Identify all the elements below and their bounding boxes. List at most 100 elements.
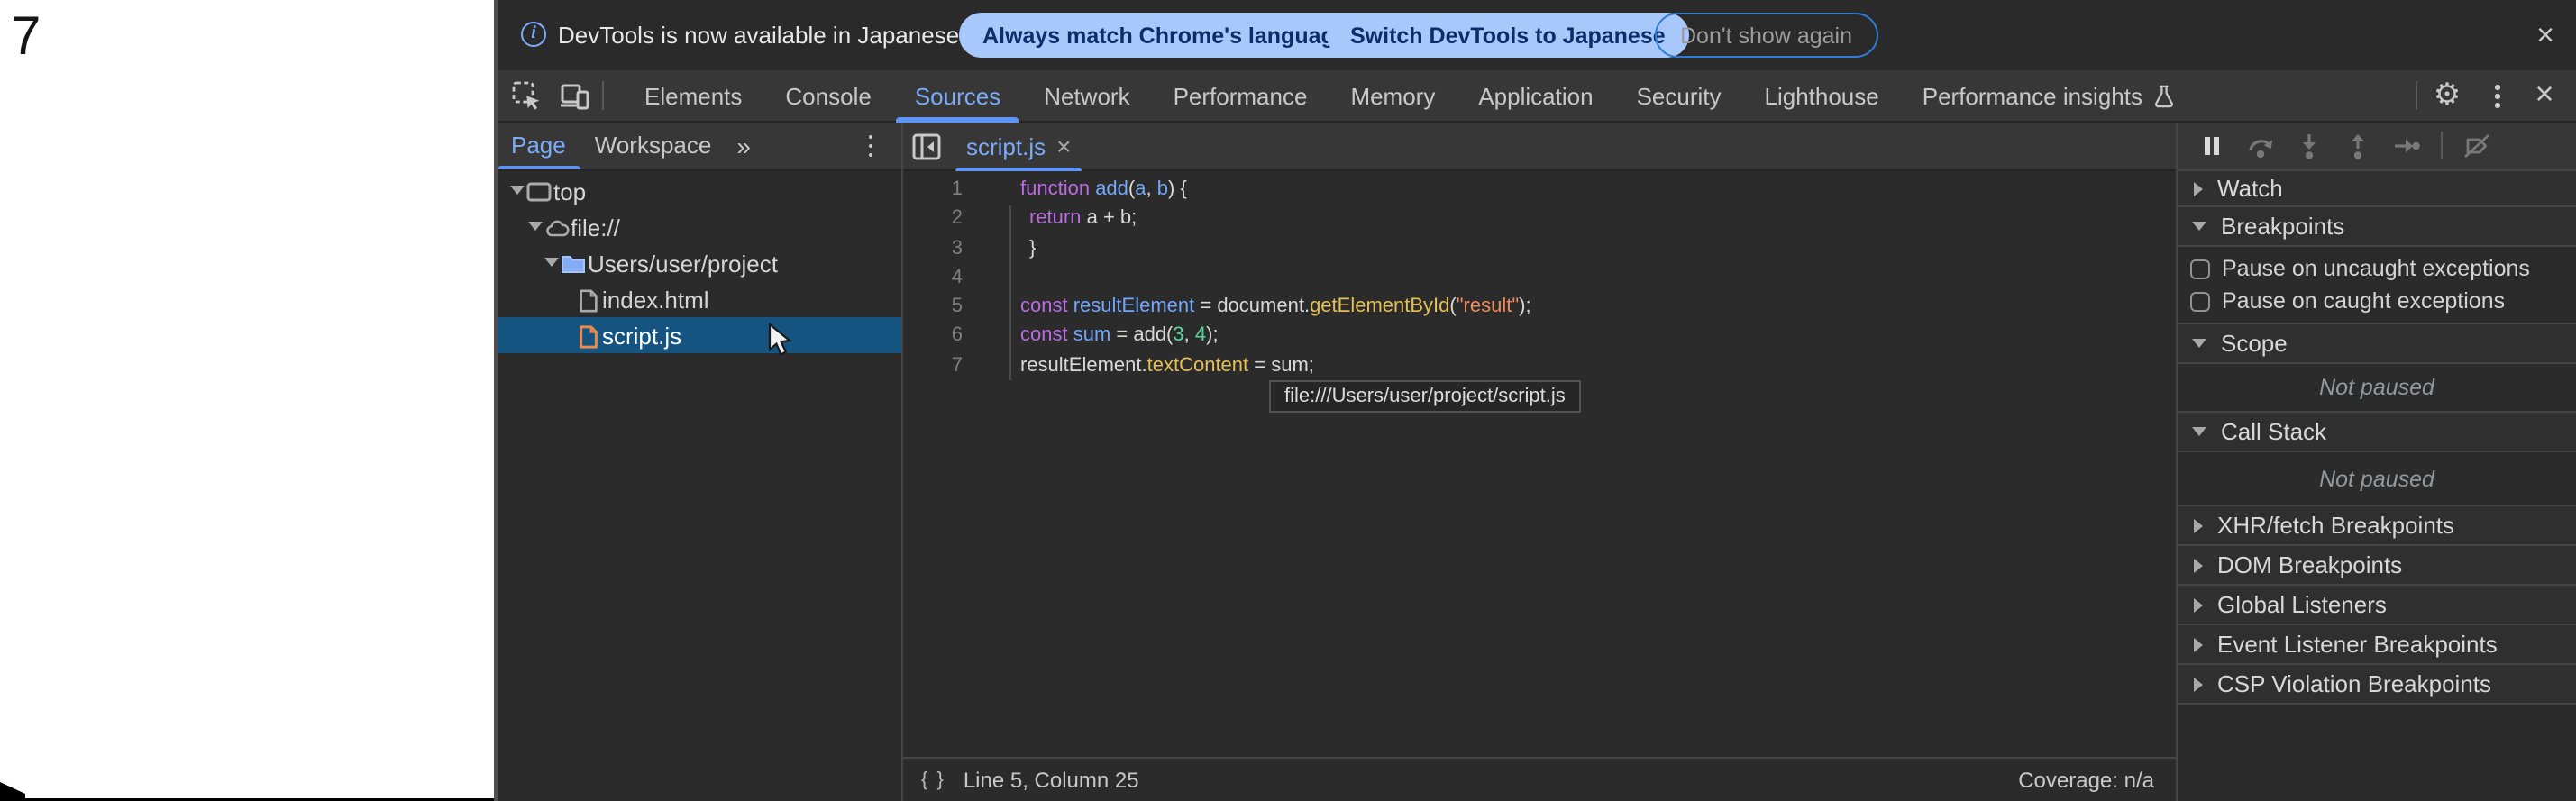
token-nm: 4 bbox=[1195, 325, 1206, 347]
tree-item-label: Users/user/project bbox=[588, 250, 778, 278]
infobar-button-switch-devtools-to-japanese[interactable]: Switch DevTools to Japanese bbox=[1327, 13, 1689, 58]
code-line-3[interactable]: } bbox=[1020, 233, 1531, 263]
tab-label: Sources bbox=[915, 83, 1000, 110]
line-number[interactable]: 6 bbox=[903, 322, 963, 351]
editor-tabstrip: script.js × bbox=[903, 122, 2176, 171]
section-label: Breakpoints bbox=[2221, 213, 2344, 240]
tabbar-divider bbox=[2415, 81, 2416, 110]
debugger-sections: Watch Breakpoints Pause on uncaught except… bbox=[2178, 171, 2576, 705]
expand-triangle-icon[interactable] bbox=[510, 186, 525, 195]
tree-item-top[interactable]: top bbox=[497, 173, 901, 209]
tab-elements[interactable]: Elements bbox=[623, 70, 763, 122]
section-header-global-listeners[interactable]: Global Listeners bbox=[2178, 584, 2576, 624]
tab-sources[interactable]: Sources bbox=[893, 70, 1022, 122]
line-number[interactable]: 3 bbox=[903, 233, 963, 263]
code-line-2[interactable]: return a + b; bbox=[1020, 205, 1531, 234]
navigator-overflow-icon[interactable]: » bbox=[726, 132, 762, 160]
tab-performance[interactable]: Performance bbox=[1152, 70, 1329, 122]
tab-network[interactable]: Network bbox=[1022, 70, 1151, 122]
devtools-close-icon[interactable]: × bbox=[2526, 76, 2562, 115]
editor-tab-close-icon[interactable]: × bbox=[1056, 132, 1071, 161]
checkbox-label: Pause on uncaught exceptions bbox=[2222, 256, 2530, 281]
token-pl: , bbox=[1146, 178, 1157, 200]
deactivate-breakpoints-icon[interactable] bbox=[2462, 132, 2491, 160]
checkbox-pause-on-caught-exceptions[interactable] bbox=[2189, 291, 2209, 311]
token-pl: = sum; bbox=[1248, 354, 1314, 376]
triangle-collapsed-icon bbox=[2194, 181, 2203, 196]
section-header-csp-violation-breakpoints[interactable]: CSP Violation Breakpoints bbox=[2178, 663, 2576, 703]
navigator-menu-icon[interactable] bbox=[862, 131, 880, 161]
file-orange-icon bbox=[577, 323, 602, 347]
editor-pane: script.js × 1234567 function add(a, b) {… bbox=[901, 122, 2178, 801]
tab-performance-insights[interactable]: Performance insights bbox=[1901, 70, 2197, 122]
code-line-6[interactable]: const sum = add(3, 4); bbox=[1020, 322, 1531, 351]
section-header-xhr-fetch-breakpoints[interactable]: XHR/fetch Breakpoints bbox=[2178, 505, 2576, 544]
inspect-element-icon[interactable] bbox=[511, 81, 542, 112]
triangle-expanded-icon bbox=[2192, 222, 2206, 231]
expand-triangle-icon[interactable] bbox=[544, 258, 559, 267]
step-into-icon[interactable] bbox=[2295, 132, 2324, 160]
tab-application[interactable]: Application bbox=[1457, 70, 1614, 122]
infobar-button-always-match-chrome-s-language[interactable]: Always match Chrome's language bbox=[959, 13, 1371, 58]
tree-item-script-js[interactable]: script.js bbox=[497, 317, 901, 353]
token-kw: const bbox=[1020, 296, 1068, 317]
devtools-window: i DevTools is now available in Japanese!… bbox=[493, 0, 2576, 801]
checkbox-pause-on-uncaught-exceptions[interactable] bbox=[2189, 259, 2209, 278]
editor-tab-scriptjs[interactable]: script.js × bbox=[955, 122, 1082, 171]
settings-gear-icon[interactable]: ⚙ bbox=[2429, 76, 2465, 115]
section-header-event-listener-breakpoints[interactable]: Event Listener Breakpoints bbox=[2178, 624, 2576, 663]
section-label: DOM Breakpoints bbox=[2217, 551, 2402, 578]
tab-lighthouse[interactable]: Lighthouse bbox=[1743, 70, 1901, 122]
navigator-sidebar: PageWorkspace » topfile:// Users/user/pro… bbox=[497, 122, 901, 801]
code-line-7[interactable]: resultElement.textContent = sum; bbox=[1020, 350, 1531, 380]
tab-security[interactable]: Security bbox=[1615, 70, 1743, 122]
section-header-call-stack[interactable]: Call Stack bbox=[2178, 411, 2576, 451]
line-number[interactable]: 4 bbox=[903, 263, 963, 293]
navigator-tab-workspace[interactable]: Workspace bbox=[580, 122, 726, 169]
token-pl: } bbox=[1029, 237, 1036, 259]
more-options-icon[interactable] bbox=[2489, 81, 2507, 112]
tree-item-users-user-project[interactable]: Users/user/project bbox=[497, 245, 901, 281]
file-icon bbox=[577, 287, 602, 311]
section-header-watch[interactable]: Watch bbox=[2178, 171, 2576, 205]
token-pl: ( bbox=[1128, 178, 1135, 200]
infobar-close-button[interactable]: × bbox=[2529, 20, 2562, 52]
main-tabs: ElementsConsoleSourcesNetworkPerformance… bbox=[623, 70, 2197, 122]
line-number[interactable]: 2 bbox=[903, 205, 963, 234]
tab-console[interactable]: Console bbox=[763, 70, 892, 122]
left-white-area: 7 bbox=[0, 0, 493, 801]
infobar-button-don-t-show-again[interactable]: Don't show again bbox=[1655, 13, 1877, 58]
pause-icon[interactable] bbox=[2197, 132, 2226, 160]
line-number[interactable]: 5 bbox=[903, 292, 963, 322]
step-icon[interactable] bbox=[2392, 132, 2421, 160]
code-line-4[interactable] bbox=[1020, 263, 1531, 293]
tree-item-label: script.js bbox=[602, 323, 681, 350]
code-line-1[interactable]: function add(a, b) { bbox=[1020, 175, 1531, 205]
collapse-navigator-icon[interactable] bbox=[912, 132, 941, 159]
braces-icon: { } bbox=[921, 769, 945, 791]
tab-memory[interactable]: Memory bbox=[1329, 70, 1457, 122]
line-number[interactable]: 7 bbox=[903, 350, 963, 380]
screenshot-stage: 7 i DevTools is now available in Japanes… bbox=[0, 0, 2576, 801]
navigator-tab-page[interactable]: Page bbox=[497, 122, 580, 169]
editor-tab-label: script.js bbox=[966, 133, 1046, 160]
expand-triangle-icon[interactable] bbox=[527, 222, 542, 231]
step-over-icon[interactable] bbox=[2246, 132, 2275, 160]
code-line-5[interactable]: const resultElement = document.getElemen… bbox=[1020, 292, 1531, 322]
tree-item-index-html[interactable]: index.html bbox=[497, 281, 901, 317]
section-header-breakpoints[interactable]: Breakpoints bbox=[2178, 205, 2576, 245]
section-header-dom-breakpoints[interactable]: DOM Breakpoints bbox=[2178, 544, 2576, 584]
step-out-icon[interactable] bbox=[2343, 132, 2372, 160]
triangle-expanded-icon bbox=[2192, 339, 2206, 348]
debugger-toolbar bbox=[2178, 122, 2576, 171]
line-number[interactable]: 1 bbox=[903, 175, 963, 205]
line-number-gutter[interactable]: 1234567 bbox=[903, 175, 963, 380]
device-toolbar-icon[interactable] bbox=[556, 81, 590, 112]
code-editor[interactable]: 1234567 function add(a, b) { return a + … bbox=[903, 171, 2176, 757]
tree-item-label: index.html bbox=[602, 287, 709, 314]
section-header-scope[interactable]: Scope bbox=[2178, 323, 2576, 362]
gutter-border bbox=[1009, 205, 1010, 380]
token-kw: const bbox=[1020, 325, 1068, 347]
tree-item-file-[interactable]: file:// bbox=[497, 209, 901, 245]
tab-label: Security bbox=[1637, 83, 1722, 110]
